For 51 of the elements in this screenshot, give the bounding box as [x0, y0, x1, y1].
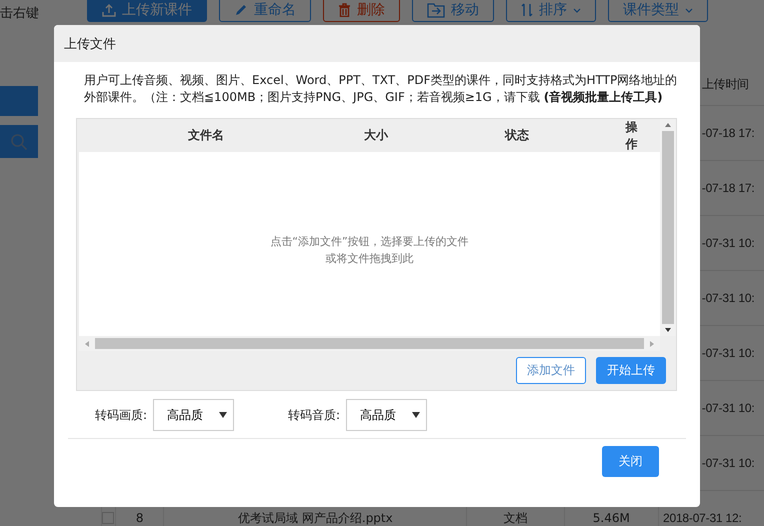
option-label: 转码画质:: [95, 406, 148, 424]
sort-icon: [521, 3, 533, 17]
search-icon: [10, 132, 28, 150]
dropdown-arrow-icon: [219, 412, 228, 418]
hint-text: 击右键: [0, 5, 39, 22]
upload-time: 2018-07-31 12:: [663, 511, 742, 525]
column-header: 文件名: [188, 127, 224, 144]
sidebar-button[interactable]: [0, 86, 38, 116]
toolbar-button[interactable]: 上传新课件: [87, 0, 207, 22]
column-header: 操作: [626, 118, 638, 152]
row-number: 8: [136, 511, 144, 525]
pencil-icon: [234, 3, 248, 17]
dropdown-arrow-icon: [412, 412, 420, 418]
upload-time: -07-31 10:: [702, 291, 754, 305]
file-name: 优考试局域 网产品介绍.pptx: [238, 510, 393, 526]
action-button[interactable]: 开始上传: [596, 357, 666, 384]
toolbar-button[interactable]: 课件类型: [608, 0, 708, 22]
file-size: 5.46M: [592, 511, 630, 525]
arrow-down-icon[interactable]: [665, 328, 671, 332]
option-label: 转码音质:: [288, 406, 340, 424]
upload-time: -07-18 17:: [702, 126, 754, 140]
upload-time: -07-31 10:: [702, 401, 754, 415]
toolbar-button[interactable]: 排序: [506, 0, 596, 22]
column-header: 大小: [364, 127, 388, 144]
upload-time: -07-31 10:: [702, 456, 754, 470]
dialog-title: 上传文件: [64, 36, 116, 52]
toolbar-button[interactable]: 重命名: [219, 0, 311, 22]
toolbar-button[interactable]: 删除: [323, 0, 400, 22]
trash-icon: [338, 3, 351, 17]
upload-time: -07-31 10:: [702, 236, 754, 250]
upload-time: -07-18 17:: [702, 181, 754, 195]
file-type: 文档: [504, 510, 528, 526]
arrow-left-icon[interactable]: [85, 340, 89, 346]
chevron-down-icon: [573, 8, 581, 12]
column-header: 上传时间: [702, 76, 749, 93]
action-button[interactable]: 添加文件: [516, 357, 586, 384]
empty-message: 或将文件拖拽到此: [326, 251, 414, 267]
arrow-right-icon[interactable]: [650, 340, 654, 346]
upload-time: -07-31 10:: [702, 346, 754, 360]
quality-select[interactable]: 高品质: [346, 399, 428, 431]
close-button[interactable]: 关闭: [602, 446, 659, 477]
toolbar-button[interactable]: 移动: [412, 0, 494, 22]
upload-icon: [102, 3, 116, 17]
arrow-up-icon[interactable]: [665, 123, 671, 127]
description-text: 用户可上传音频、视频、图片、Excel、Word、PPT、TXT、PDF类型的课件，同时支持格式为HTTP网络地址的外部课件。（注：文档≦100MB；图片支持PNG、JPG、GIF；若音视频≥1G，请下载 (音视频批量上传工具): [84, 72, 678, 106]
column-header: 状态: [505, 127, 529, 144]
quality-select[interactable]: 高品质: [153, 399, 234, 431]
search-button[interactable]: [0, 125, 38, 158]
chevron-down-icon: [685, 8, 693, 12]
empty-message: 点击“添加文件”按钮，选择要上传的文件: [270, 234, 469, 250]
folder-arrow-icon: [427, 2, 445, 18]
